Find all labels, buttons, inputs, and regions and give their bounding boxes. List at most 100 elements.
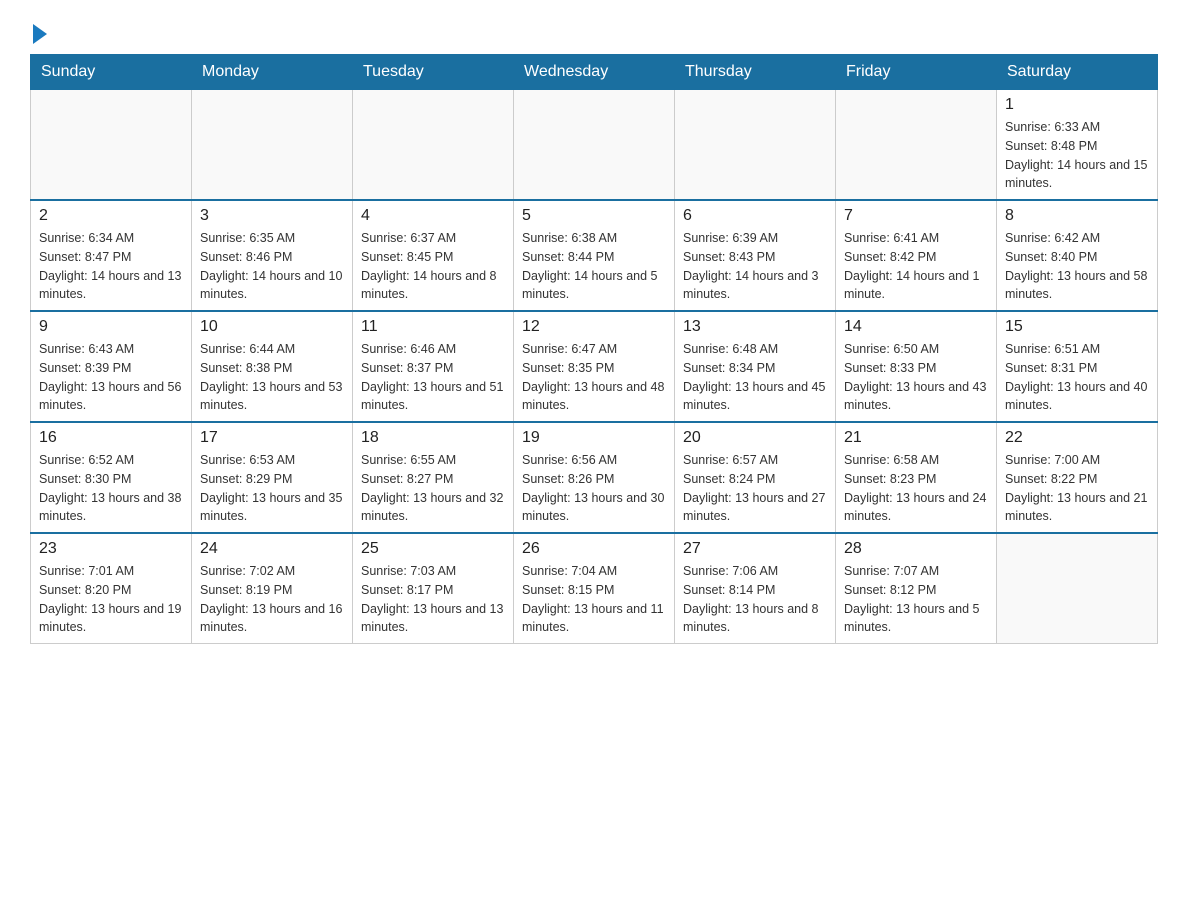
- calendar-cell: [31, 90, 192, 201]
- day-number: 20: [683, 429, 827, 447]
- calendar-week-row-2: 2 Sunrise: 6:34 AMSunset: 8:47 PMDaylight…: [31, 200, 1158, 311]
- day-number: 10: [200, 318, 344, 336]
- day-number: 11: [361, 318, 505, 336]
- day-info: Sunrise: 7:04 AMSunset: 8:15 PMDaylight:…: [522, 562, 666, 637]
- day-info: Sunrise: 6:46 AMSunset: 8:37 PMDaylight:…: [361, 340, 505, 415]
- day-number: 25: [361, 540, 505, 558]
- calendar-cell: 22 Sunrise: 7:00 AMSunset: 8:22 PMDayligh…: [997, 422, 1158, 533]
- calendar-week-row-5: 23 Sunrise: 7:01 AMSunset: 8:20 PMDayligh…: [31, 533, 1158, 644]
- day-number: 6: [683, 207, 827, 225]
- calendar-cell: 21 Sunrise: 6:58 AMSunset: 8:23 PMDayligh…: [836, 422, 997, 533]
- calendar-cell: 2 Sunrise: 6:34 AMSunset: 8:47 PMDaylight…: [31, 200, 192, 311]
- calendar-cell: 23 Sunrise: 7:01 AMSunset: 8:20 PMDayligh…: [31, 533, 192, 644]
- calendar-cell: 17Sunrise: 6:53 AMSunset: 8:29 PMDayligh…: [192, 422, 353, 533]
- calendar-cell: 13Sunrise: 6:48 AMSunset: 8:34 PMDayligh…: [675, 311, 836, 422]
- day-number: 8: [1005, 207, 1149, 225]
- day-info: Sunrise: 6:37 AMSunset: 8:45 PMDaylight:…: [361, 229, 505, 304]
- day-info: Sunrise: 6:38 AMSunset: 8:44 PMDaylight:…: [522, 229, 666, 304]
- page-header: [30, 20, 1158, 44]
- day-info: Sunrise: 6:55 AMSunset: 8:27 PMDaylight:…: [361, 451, 505, 526]
- day-number: 5: [522, 207, 666, 225]
- day-number: 19: [522, 429, 666, 447]
- calendar-cell: [675, 90, 836, 201]
- day-number: 14: [844, 318, 988, 336]
- calendar-cell: 24 Sunrise: 7:02 AMSunset: 8:19 PMDayligh…: [192, 533, 353, 644]
- day-info: Sunrise: 7:01 AMSunset: 8:20 PMDaylight:…: [39, 562, 183, 637]
- day-info: Sunrise: 6:35 AMSunset: 8:46 PMDaylight:…: [200, 229, 344, 304]
- calendar-cell: 7 Sunrise: 6:41 AMSunset: 8:42 PMDaylight…: [836, 200, 997, 311]
- calendar-cell: 15 Sunrise: 6:51 AMSunset: 8:31 PMDayligh…: [997, 311, 1158, 422]
- day-number: 21: [844, 429, 988, 447]
- calendar-cell: [997, 533, 1158, 644]
- day-number: 9: [39, 318, 183, 336]
- calendar-cell: 12 Sunrise: 6:47 AMSunset: 8:35 PMDayligh…: [514, 311, 675, 422]
- calendar-cell: 28 Sunrise: 7:07 AMSunset: 8:12 PMDayligh…: [836, 533, 997, 644]
- calendar-cell: 16Sunrise: 6:52 AMSunset: 8:30 PMDayligh…: [31, 422, 192, 533]
- calendar-header-row: SundayMondayTuesdayWednesdayThursdayFrid…: [31, 55, 1158, 90]
- day-number: 7: [844, 207, 988, 225]
- calendar-cell: 25 Sunrise: 7:03 AMSunset: 8:17 PMDayligh…: [353, 533, 514, 644]
- day-info: Sunrise: 6:33 AMSunset: 8:48 PMDaylight:…: [1005, 118, 1149, 193]
- day-number: 28: [844, 540, 988, 558]
- day-info: Sunrise: 6:58 AMSunset: 8:23 PMDaylight:…: [844, 451, 988, 526]
- calendar-cell: 8 Sunrise: 6:42 AMSunset: 8:40 PMDaylight…: [997, 200, 1158, 311]
- day-info: Sunrise: 6:56 AMSunset: 8:26 PMDaylight:…: [522, 451, 666, 526]
- day-number: 23: [39, 540, 183, 558]
- day-number: 22: [1005, 429, 1149, 447]
- calendar-cell: 20 Sunrise: 6:57 AMSunset: 8:24 PMDayligh…: [675, 422, 836, 533]
- day-number: 26: [522, 540, 666, 558]
- day-number: 2: [39, 207, 183, 225]
- day-info: Sunrise: 7:03 AMSunset: 8:17 PMDaylight:…: [361, 562, 505, 637]
- calendar-header-thursday: Thursday: [675, 55, 836, 90]
- calendar-header-saturday: Saturday: [997, 55, 1158, 90]
- calendar-table: SundayMondayTuesdayWednesdayThursdayFrid…: [30, 54, 1158, 644]
- day-number: 4: [361, 207, 505, 225]
- day-info: Sunrise: 6:51 AMSunset: 8:31 PMDaylight:…: [1005, 340, 1149, 415]
- calendar-cell: 6 Sunrise: 6:39 AMSunset: 8:43 PMDaylight…: [675, 200, 836, 311]
- day-number: 1: [1005, 96, 1149, 114]
- calendar-header-sunday: Sunday: [31, 55, 192, 90]
- calendar-cell: [836, 90, 997, 201]
- day-info: Sunrise: 7:02 AMSunset: 8:19 PMDaylight:…: [200, 562, 344, 637]
- day-number: 27: [683, 540, 827, 558]
- calendar-cell: 27 Sunrise: 7:06 AMSunset: 8:14 PMDayligh…: [675, 533, 836, 644]
- day-info: Sunrise: 6:43 AMSunset: 8:39 PMDaylight:…: [39, 340, 183, 415]
- calendar-cell: [514, 90, 675, 201]
- calendar-cell: 18 Sunrise: 6:55 AMSunset: 8:27 PMDayligh…: [353, 422, 514, 533]
- day-info: Sunrise: 6:47 AMSunset: 8:35 PMDaylight:…: [522, 340, 666, 415]
- day-info: Sunrise: 6:53 AMSunset: 8:29 PMDaylight:…: [200, 451, 344, 526]
- day-number: 15: [1005, 318, 1149, 336]
- day-info: Sunrise: 6:34 AMSunset: 8:47 PMDaylight:…: [39, 229, 183, 304]
- day-info: Sunrise: 6:41 AMSunset: 8:42 PMDaylight:…: [844, 229, 988, 304]
- day-number: 24: [200, 540, 344, 558]
- calendar-week-row-3: 9 Sunrise: 6:43 AMSunset: 8:39 PMDaylight…: [31, 311, 1158, 422]
- calendar-cell: [353, 90, 514, 201]
- day-info: Sunrise: 6:44 AMSunset: 8:38 PMDaylight:…: [200, 340, 344, 415]
- calendar-cell: 19 Sunrise: 6:56 AMSunset: 8:26 PMDayligh…: [514, 422, 675, 533]
- calendar-week-row-4: 16Sunrise: 6:52 AMSunset: 8:30 PMDayligh…: [31, 422, 1158, 533]
- logo-arrow-icon: [33, 24, 47, 44]
- calendar-cell: [192, 90, 353, 201]
- day-info: Sunrise: 7:07 AMSunset: 8:12 PMDaylight:…: [844, 562, 988, 637]
- calendar-header-friday: Friday: [836, 55, 997, 90]
- calendar-cell: 5 Sunrise: 6:38 AMSunset: 8:44 PMDaylight…: [514, 200, 675, 311]
- calendar-cell: 11 Sunrise: 6:46 AMSunset: 8:37 PMDayligh…: [353, 311, 514, 422]
- calendar-cell: 14 Sunrise: 6:50 AMSunset: 8:33 PMDayligh…: [836, 311, 997, 422]
- day-info: Sunrise: 7:00 AMSunset: 8:22 PMDaylight:…: [1005, 451, 1149, 526]
- day-info: Sunrise: 6:57 AMSunset: 8:24 PMDaylight:…: [683, 451, 827, 526]
- day-info: Sunrise: 6:42 AMSunset: 8:40 PMDaylight:…: [1005, 229, 1149, 304]
- day-info: Sunrise: 6:48 AMSunset: 8:34 PMDaylight:…: [683, 340, 827, 415]
- calendar-cell: 3Sunrise: 6:35 AMSunset: 8:46 PMDaylight…: [192, 200, 353, 311]
- day-number: 18: [361, 429, 505, 447]
- calendar-cell: 9 Sunrise: 6:43 AMSunset: 8:39 PMDaylight…: [31, 311, 192, 422]
- calendar-week-row-1: 1 Sunrise: 6:33 AMSunset: 8:48 PMDaylight…: [31, 90, 1158, 201]
- day-number: 12: [522, 318, 666, 336]
- day-number: 16: [39, 429, 183, 447]
- calendar-cell: 26 Sunrise: 7:04 AMSunset: 8:15 PMDayligh…: [514, 533, 675, 644]
- day-info: Sunrise: 6:50 AMSunset: 8:33 PMDaylight:…: [844, 340, 988, 415]
- day-info: Sunrise: 6:39 AMSunset: 8:43 PMDaylight:…: [683, 229, 827, 304]
- calendar-header-tuesday: Tuesday: [353, 55, 514, 90]
- day-info: Sunrise: 7:06 AMSunset: 8:14 PMDaylight:…: [683, 562, 827, 637]
- logo: [30, 20, 47, 44]
- calendar-header-wednesday: Wednesday: [514, 55, 675, 90]
